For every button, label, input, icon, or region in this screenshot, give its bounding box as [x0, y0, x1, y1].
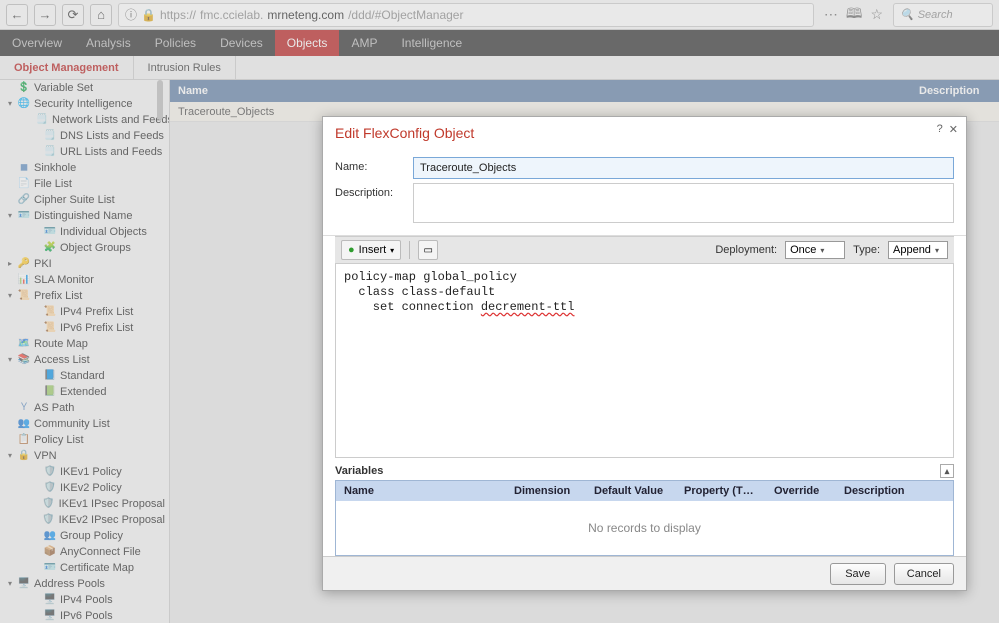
- chevron-down-icon: ▾: [390, 246, 394, 255]
- insert-label: Insert: [359, 244, 387, 256]
- type-value: Append: [893, 244, 931, 256]
- variables-table: Name Dimension Default Value Property (T…: [335, 480, 954, 556]
- vars-col-dimension[interactable]: Dimension: [506, 485, 586, 497]
- plus-icon: ●: [348, 244, 355, 256]
- vars-col-default[interactable]: Default Value: [586, 485, 676, 497]
- help-icon[interactable]: ?: [937, 123, 943, 136]
- description-input[interactable]: [413, 183, 954, 223]
- code-line-1: policy-map global_policy: [344, 270, 517, 284]
- editor-toolbar: ● Insert ▾ ▭ Deployment: Once ▾ Type: Ap…: [335, 236, 954, 264]
- preview-button[interactable]: ▭: [418, 240, 438, 260]
- variables-header: Variables ▴: [335, 464, 954, 478]
- vars-col-property[interactable]: Property (T…: [676, 485, 766, 497]
- deployment-select[interactable]: Once ▾: [785, 241, 845, 259]
- deployment-value: Once: [790, 244, 816, 256]
- edit-flexconfig-modal: Edit FlexConfig Object ? ✕ Name: Descrip…: [322, 116, 967, 591]
- type-select[interactable]: Append ▾: [888, 241, 948, 259]
- deployment-label: Deployment:: [715, 244, 777, 256]
- name-input[interactable]: [413, 157, 954, 179]
- vars-col-override[interactable]: Override: [766, 485, 836, 497]
- code-line-2: class class-default: [344, 285, 495, 299]
- variables-title: Variables: [335, 465, 383, 477]
- modal-footer: Save Cancel: [323, 556, 966, 590]
- code-line-3b: decrement-ttl: [481, 300, 575, 314]
- cancel-button[interactable]: Cancel: [894, 563, 954, 585]
- chevron-down-icon: ▾: [935, 246, 939, 255]
- insert-button[interactable]: ● Insert ▾: [341, 240, 401, 260]
- toolbar-divider: [409, 241, 410, 259]
- vars-col-description[interactable]: Description: [836, 485, 953, 497]
- modal-title: Edit FlexConfig Object: [323, 117, 966, 147]
- collapse-icon[interactable]: ▴: [940, 464, 954, 478]
- variables-empty: No records to display: [336, 501, 953, 555]
- close-icon[interactable]: ✕: [949, 123, 958, 136]
- code-editor[interactable]: policy-map global_policy class class-def…: [335, 264, 954, 458]
- type-label: Type:: [853, 244, 880, 256]
- code-line-3a: set connection: [344, 300, 481, 314]
- modal-form: Name: Description:: [323, 147, 966, 236]
- name-label: Name:: [335, 157, 393, 173]
- variables-thead: Name Dimension Default Value Property (T…: [336, 481, 953, 501]
- chevron-down-icon: ▾: [820, 246, 824, 255]
- vars-col-name[interactable]: Name: [336, 485, 506, 497]
- description-label: Description:: [335, 183, 393, 199]
- save-button[interactable]: Save: [830, 563, 886, 585]
